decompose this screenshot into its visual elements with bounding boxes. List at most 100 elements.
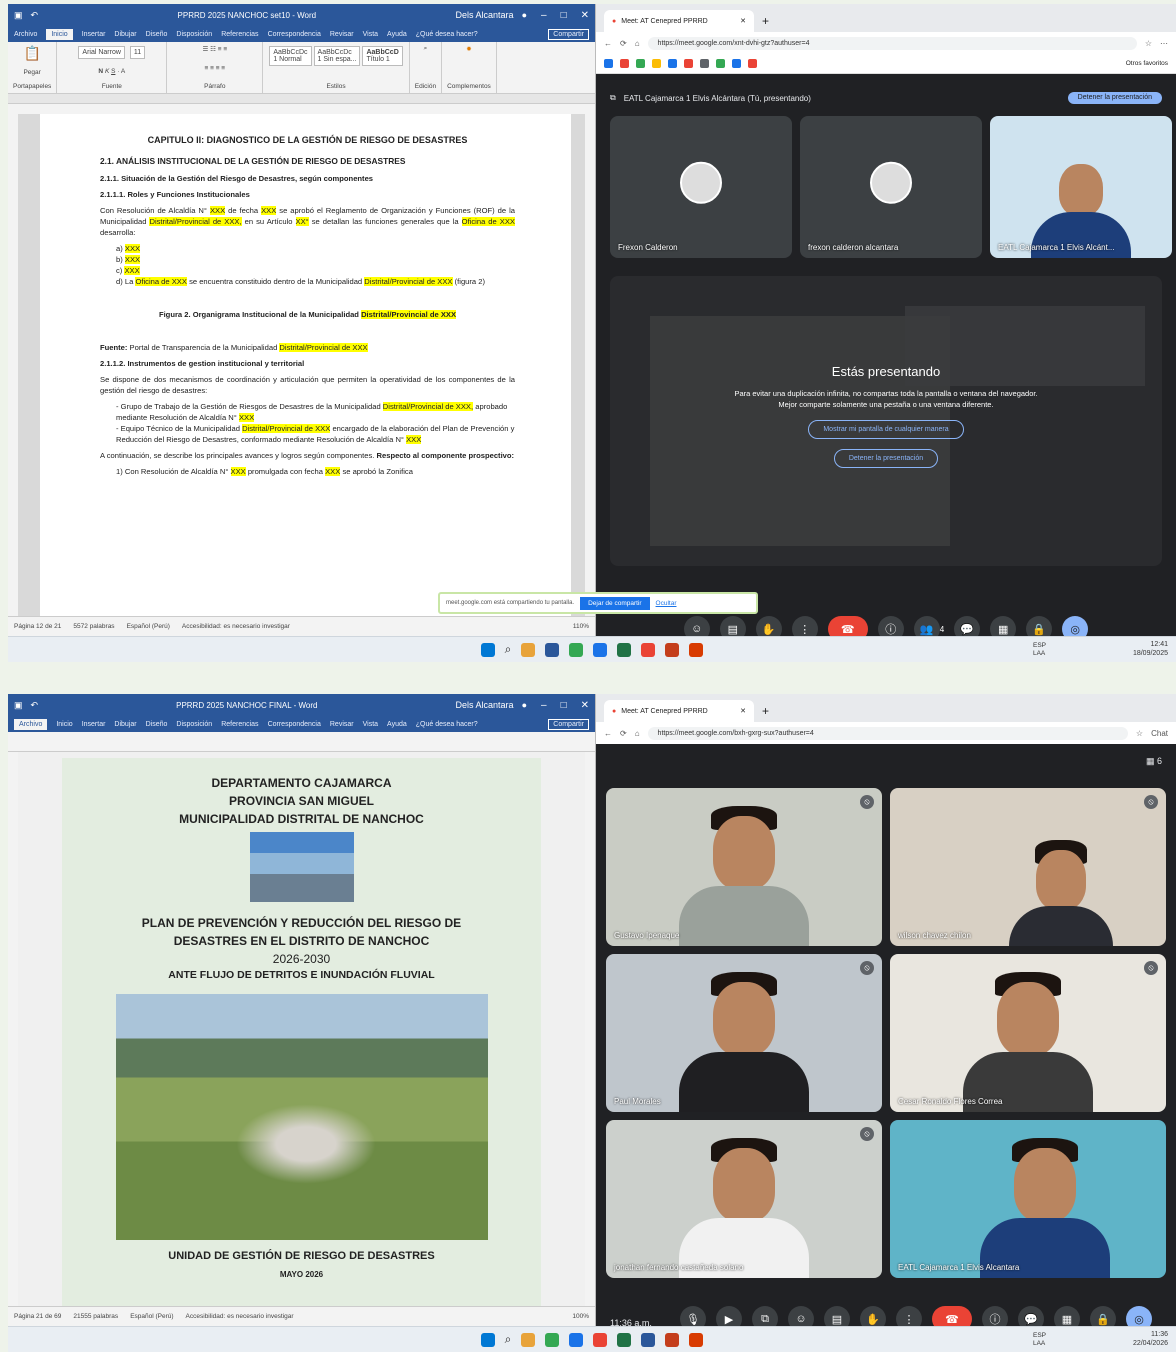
tab-vista[interactable]: Vista [363, 31, 378, 38]
tab-referencias[interactable]: Referencias [221, 31, 258, 38]
tab-correspondencia[interactable]: Correspondencia [268, 721, 321, 728]
chat-gemini-button[interactable]: Chat [1151, 729, 1168, 738]
maximize-icon[interactable]: □ [561, 10, 567, 21]
tab-ayuda[interactable]: Ayuda [387, 31, 407, 38]
stop-presentation-button[interactable]: Detener la presentación [833, 449, 939, 468]
undo-icon[interactable]: ↶ [31, 10, 39, 21]
tab-insertar[interactable]: Insertar [82, 31, 106, 38]
participant-tile[interactable]: ⦸ jonathan fernando castañeda solano [606, 1120, 882, 1278]
page-count[interactable]: Página 21 de 69 [14, 1313, 61, 1320]
language-status[interactable]: Español (Perú) [130, 1313, 173, 1320]
paste-label[interactable]: Pegar [23, 69, 40, 76]
word-count[interactable]: 21555 palabras [73, 1313, 118, 1320]
layout-people-indicator[interactable]: ▦ 6 [1146, 756, 1162, 767]
show-screen-anyway-button[interactable]: Mostrar mi pantalla de cualquier manera [808, 420, 964, 439]
excel-app-icon[interactable] [617, 1332, 632, 1347]
taskbar-app-icon[interactable] [521, 642, 536, 657]
word-count[interactable]: 5572 palabras [73, 623, 114, 630]
style-normal[interactable]: AaBbCcDc 1 Normal [269, 46, 312, 66]
tab-dibujar[interactable]: Dibujar [114, 721, 136, 728]
share-button[interactable]: Compartir [548, 28, 589, 40]
tab-correspondencia[interactable]: Correspondencia [268, 31, 321, 38]
search-icon[interactable]: ⌕ [505, 1332, 512, 1347]
align-buttons-icon[interactable]: ≡ ≡ ≡ ≡ [205, 65, 226, 72]
reload-icon[interactable]: ⟳ [620, 729, 627, 738]
close-icon[interactable]: ✕ [581, 700, 589, 711]
cover-page[interactable]: DEPARTAMENTO CAJAMARCA PROVINCIA SAN MIG… [62, 758, 541, 1306]
home-icon[interactable]: ⌂ [635, 729, 640, 738]
list-buttons-icon[interactable]: ☰ ☷ ≡ ≡ [202, 45, 227, 53]
bookmark-icon[interactable] [732, 59, 741, 68]
minimize-icon[interactable]: – [541, 10, 547, 21]
stop-presenting-button[interactable]: Detener la presentación [1067, 92, 1162, 104]
participant-tile[interactable]: Frexon Calderon [610, 116, 792, 258]
style-no-spacing[interactable]: AaBbCcDc 1 Sin espa... [313, 46, 361, 66]
accessibility-status[interactable]: Accesibilidad: es necesario investigar [186, 1313, 294, 1320]
bookmark-icon[interactable] [716, 59, 725, 68]
search-icon[interactable]: ⌕ [424, 45, 428, 53]
tab-revisar[interactable]: Revisar [330, 31, 354, 38]
powerpoint-app-icon[interactable] [665, 1332, 680, 1347]
zoom-level[interactable]: 110% [573, 623, 589, 630]
system-clock[interactable]: 11:36 22/04/2026 [1133, 1331, 1168, 1348]
menu-dots-icon[interactable]: ⋯ [1160, 39, 1168, 48]
participant-tile[interactable]: frexon calderon alcantara [800, 116, 982, 258]
paste-icon[interactable]: 📋 [23, 45, 40, 62]
tab-archivo[interactable]: Archivo [14, 31, 37, 38]
close-tab-icon[interactable]: ✕ [740, 707, 746, 715]
tab-insertar[interactable]: Insertar [82, 721, 106, 728]
document-page[interactable]: CAPITULO II: DIAGNOSTICO DE LA GESTIÓN D… [40, 114, 571, 640]
accessibility-status[interactable]: Accesibilidad: es necesario investigar [182, 623, 290, 630]
stop-sharing-button[interactable]: Dejar de compartir [580, 596, 650, 610]
save-icon[interactable]: ▣ [14, 10, 23, 21]
chrome-app-icon[interactable] [593, 1332, 608, 1347]
participant-tile[interactable]: ⦸ Paul Morales [606, 954, 882, 1112]
style-heading-1[interactable]: AaBbCcD Título 1 [362, 46, 403, 66]
bookmark-icon[interactable] [652, 59, 661, 68]
url-input[interactable]: https://meet.google.com/bxh-gxrg-sux?aut… [647, 726, 1128, 740]
save-icon[interactable]: ▣ [14, 700, 23, 711]
tab-revisar[interactable]: Revisar [330, 721, 354, 728]
participant-tile[interactable]: EATL Cajamarca 1 Elvis Alcánt... [990, 116, 1172, 258]
undo-icon[interactable]: ↶ [31, 700, 39, 711]
browser-tab-meet[interactable]: ● Meet: AT Cenepred PPRRD ✕ [604, 700, 754, 722]
tell-me-search[interactable]: ¿Qué desea hacer? [416, 721, 478, 728]
tab-disposicion[interactable]: Disposición [176, 31, 212, 38]
word-app-icon[interactable] [545, 642, 560, 657]
back-icon[interactable]: ← [604, 39, 612, 48]
keyboard-language[interactable]: ESP LAA [1033, 642, 1046, 656]
font-name-select[interactable]: Arial Narrow [78, 46, 125, 59]
bookmark-icon[interactable] [620, 59, 629, 68]
participant-tile[interactable]: ⦸ wilson chavez chilon [890, 788, 1166, 946]
bookmark-icon[interactable] [668, 59, 677, 68]
tab-vista[interactable]: Vista [363, 721, 378, 728]
page-count[interactable]: Página 12 de 21 [14, 623, 61, 630]
new-tab-icon[interactable]: + [762, 14, 769, 28]
pdf-app-icon[interactable] [689, 1332, 704, 1347]
zoom-level[interactable]: 100% [572, 1313, 589, 1320]
pdf-app-icon[interactable] [689, 642, 704, 657]
addins-icon[interactable]: ✹ [466, 45, 471, 53]
excel-app-icon[interactable] [617, 642, 632, 657]
tab-diseno[interactable]: Diseño [146, 31, 168, 38]
start-icon[interactable] [480, 1332, 495, 1347]
powerpoint-app-icon[interactable] [665, 642, 680, 657]
format-buttons[interactable]: N K S · A [98, 68, 125, 75]
close-tab-icon[interactable]: ✕ [740, 17, 746, 25]
system-clock[interactable]: 12:41 18/09/2025 [1133, 641, 1168, 658]
bookmark-icon[interactable] [684, 59, 693, 68]
maximize-icon[interactable]: □ [561, 700, 567, 711]
tab-inicio[interactable]: Inicio [46, 28, 73, 40]
keyboard-language[interactable]: ESP LAA [1033, 1332, 1046, 1346]
tab-diseno[interactable]: Diseño [146, 721, 168, 728]
taskbar-app-icon[interactable] [521, 1332, 536, 1347]
back-icon[interactable]: ← [604, 729, 612, 738]
new-tab-icon[interactable]: + [762, 704, 769, 718]
chrome-app-icon[interactable] [641, 642, 656, 657]
reload-icon[interactable]: ⟳ [620, 39, 627, 48]
minimize-icon[interactable]: – [541, 700, 547, 711]
bookmark-icon[interactable] [604, 59, 613, 68]
participant-tile[interactable]: ⦸ Gustavo Ipenaque [606, 788, 882, 946]
home-icon[interactable]: ⌂ [635, 39, 640, 48]
bookmark-icon[interactable] [636, 59, 645, 68]
